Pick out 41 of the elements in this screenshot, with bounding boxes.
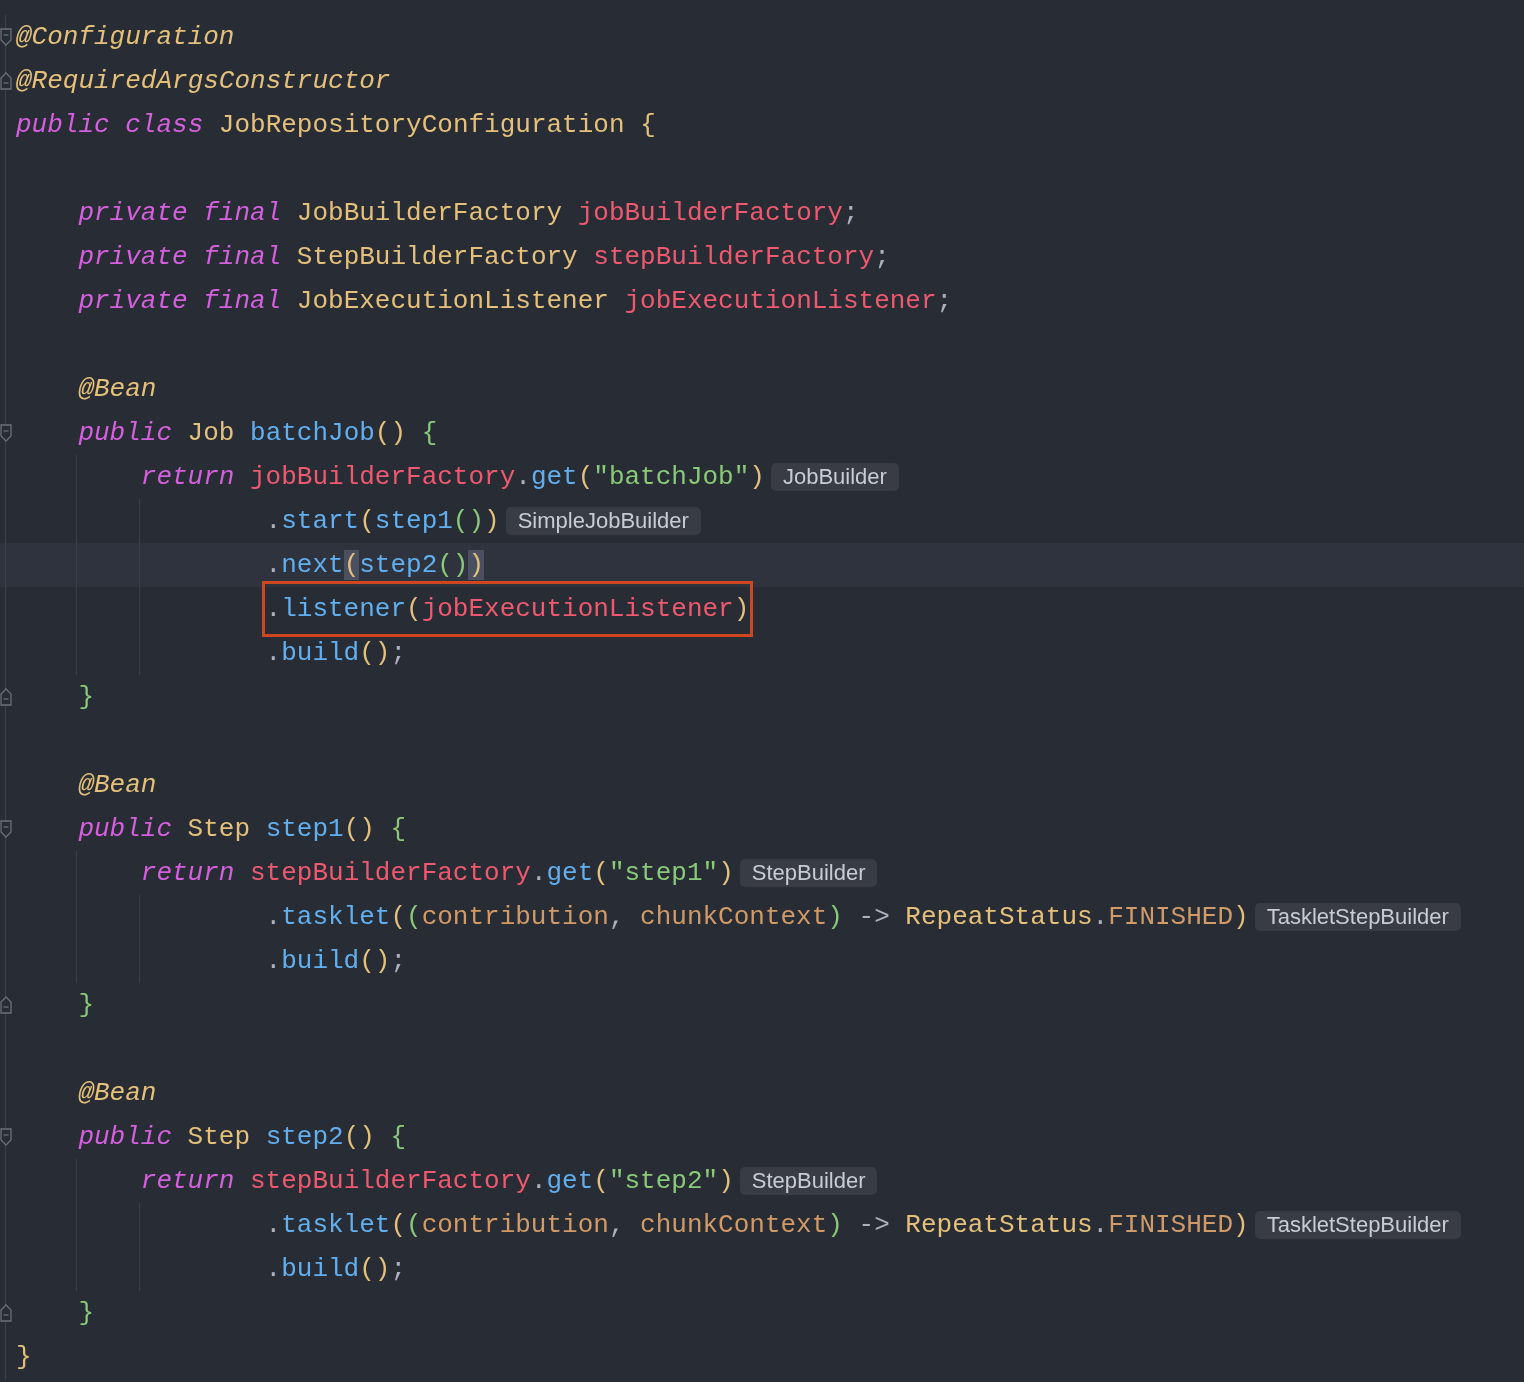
- code-line: @Bean: [78, 769, 157, 802]
- code-line: .build();: [265, 637, 407, 670]
- code-line: public Step step1() {: [78, 813, 407, 846]
- code-line: @Bean: [78, 373, 157, 406]
- inlay-hint: TaskletStepBuilder: [1254, 903, 1461, 931]
- inlay-hint: SimpleJobBuilder: [505, 507, 701, 535]
- inlay-hint: JobBuilder: [770, 463, 899, 491]
- code-line: @RequiredArgsConstructor: [16, 65, 391, 98]
- inlay-hint: TaskletStepBuilder: [1254, 1211, 1461, 1239]
- code-line: @Configuration: [16, 21, 235, 54]
- fold-icon[interactable]: [0, 688, 12, 706]
- highlighted-code-line: .listener(jobExecutionListener): [264, 584, 751, 634]
- fold-icon[interactable]: [0, 820, 12, 838]
- code-line: private final StepBuilderFactory stepBuilderFactory;: [78, 241, 890, 274]
- code-line: public Job batchJob() {: [78, 417, 438, 450]
- code-line: }: [16, 1341, 32, 1374]
- code-line: .build();: [265, 945, 407, 978]
- fold-icon[interactable]: [0, 1128, 12, 1146]
- code-line: .tasklet((contribution, chunkContext) -> RepeatStatus.FINISHED): [265, 1209, 1249, 1242]
- code-line: .next(step2()): [265, 549, 485, 582]
- code-line: private final JobExecutionListener jobExecutionListener;: [78, 285, 953, 318]
- fold-icon[interactable]: [0, 72, 12, 90]
- code-line: }: [78, 989, 94, 1022]
- inlay-hint: StepBuilder: [739, 859, 878, 887]
- fold-icon[interactable]: [0, 28, 12, 46]
- code-line: private final JobBuilderFactory jobBuilderFactory;: [78, 197, 859, 230]
- code-line: }: [78, 1297, 94, 1330]
- code-line: @Bean: [78, 1077, 157, 1110]
- code-line: return stepBuilderFactory.get("step2"): [140, 1165, 734, 1198]
- fold-icon[interactable]: [0, 424, 12, 442]
- code-line: public Step step2() {: [78, 1121, 407, 1154]
- fold-icon[interactable]: [0, 996, 12, 1014]
- inlay-hint: StepBuilder: [739, 1167, 878, 1195]
- code-line: .start(step1()): [265, 505, 500, 538]
- code-line: public class JobRepositoryConfiguration {: [16, 109, 656, 142]
- code-line: }: [78, 681, 94, 714]
- fold-icon[interactable]: [0, 1304, 12, 1322]
- code-line: .build();: [265, 1253, 407, 1286]
- code-line: return jobBuilderFactory.get("batchJob"): [140, 461, 765, 494]
- code-line: return stepBuilderFactory.get("step1"): [140, 857, 734, 890]
- code-line: .tasklet((contribution, chunkContext) -> RepeatStatus.FINISHED): [265, 901, 1249, 934]
